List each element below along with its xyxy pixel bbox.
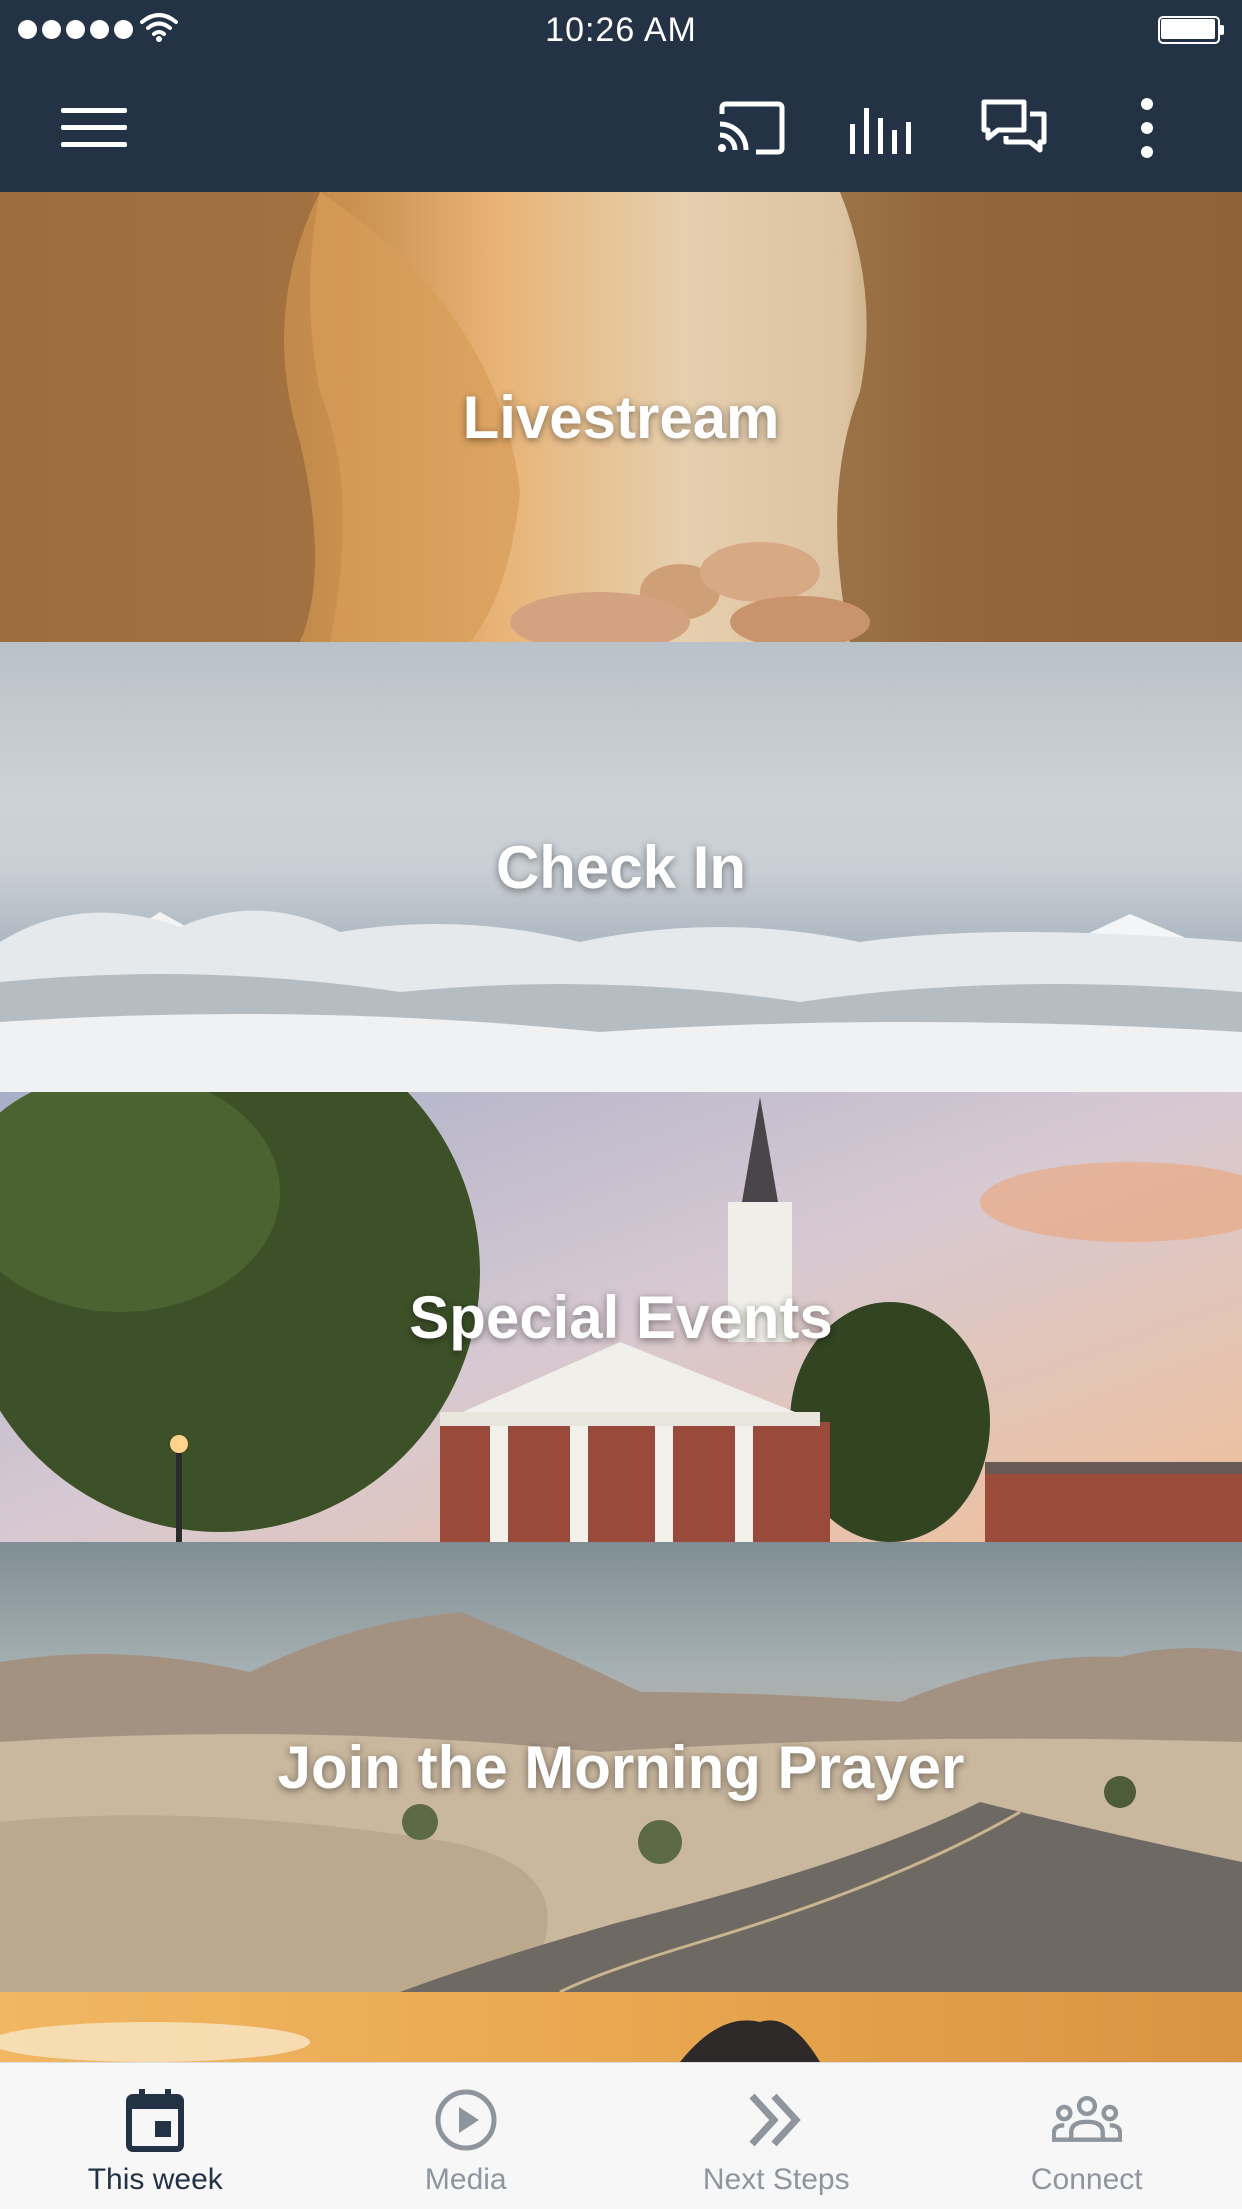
tab-connect[interactable]: Connect bbox=[932, 2063, 1242, 2209]
card-check-in[interactable]: Check In bbox=[0, 642, 1242, 1092]
tab-label: This week bbox=[0, 2163, 311, 2197]
tab-media[interactable]: Media bbox=[311, 2063, 622, 2209]
card-title: Join the Morning Prayer bbox=[278, 1733, 965, 1802]
menu-icon bbox=[61, 106, 127, 150]
double-chevron-icon bbox=[746, 2090, 806, 2150]
more-vert-icon bbox=[1137, 97, 1157, 159]
tab-label: Connect bbox=[932, 2163, 1242, 2197]
card-title: Check In bbox=[496, 833, 746, 902]
chat-button[interactable] bbox=[979, 92, 1051, 164]
battery-icon bbox=[1158, 16, 1224, 44]
stats-button[interactable] bbox=[847, 92, 919, 164]
more-options-button[interactable] bbox=[1111, 92, 1183, 164]
tab-next-steps[interactable]: Next Steps bbox=[621, 2063, 932, 2209]
cast-button[interactable] bbox=[715, 92, 787, 164]
calendar-icon bbox=[125, 2087, 185, 2153]
equalizer-icon bbox=[848, 100, 918, 156]
status-time: 10:26 AM bbox=[0, 11, 1242, 50]
card-livestream[interactable]: Livestream bbox=[0, 192, 1242, 642]
card-partial[interactable] bbox=[0, 1992, 1242, 2062]
group-icon bbox=[1052, 2092, 1122, 2148]
bottom-tab-bar: This week Media Next Steps bbox=[0, 2062, 1242, 2209]
play-circle-icon bbox=[433, 2087, 499, 2153]
tab-label: Next Steps bbox=[621, 2163, 932, 2197]
tab-this-week[interactable]: This week bbox=[0, 2063, 311, 2209]
status-bar: 10:26 AM bbox=[0, 0, 1242, 62]
tab-label: Media bbox=[311, 2163, 622, 2197]
card-special-events[interactable]: Special Events bbox=[0, 1092, 1242, 1542]
card-title: Livestream bbox=[463, 383, 780, 452]
cast-icon bbox=[716, 100, 786, 156]
menu-button[interactable] bbox=[58, 92, 130, 164]
app-bar bbox=[0, 62, 1242, 192]
content-feed[interactable]: Livestream Check In bbox=[0, 192, 1242, 2062]
chat-icon bbox=[980, 98, 1050, 158]
sunset-background-image bbox=[0, 1992, 1242, 2062]
card-morning-prayer[interactable]: Join the Morning Prayer bbox=[0, 1542, 1242, 1992]
card-title: Special Events bbox=[409, 1283, 833, 1352]
